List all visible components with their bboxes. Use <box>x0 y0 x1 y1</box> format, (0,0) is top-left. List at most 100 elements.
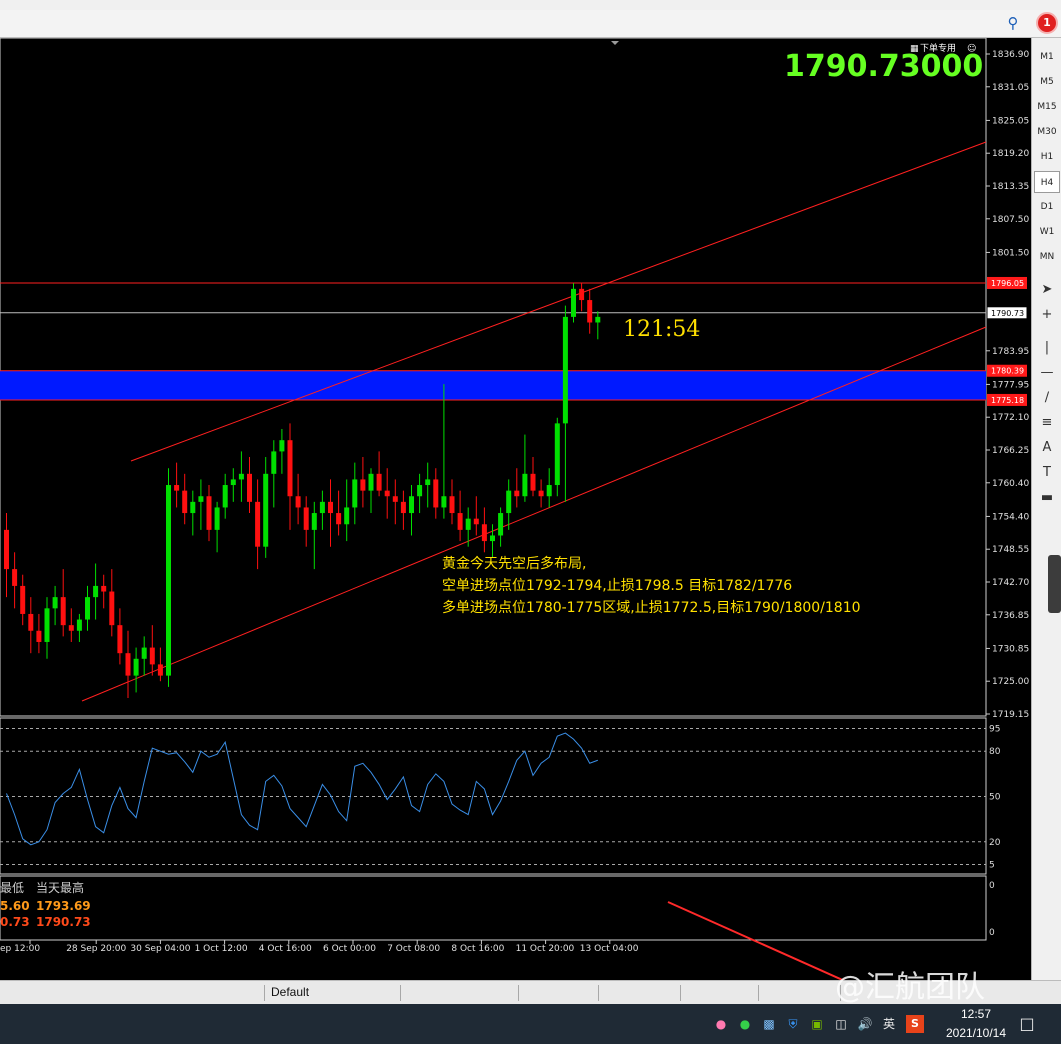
price-tag-zone-bottom: 1775.18 <box>987 393 1027 406</box>
timeframe-w1[interactable]: W1 <box>1034 221 1060 243</box>
rsi-axis-label: 95 <box>989 725 1000 735</box>
candle-body <box>44 608 50 642</box>
candle-body <box>101 585 107 592</box>
candle-body <box>562 316 568 424</box>
candle-body <box>409 496 414 514</box>
clock-date[interactable]: 2021/10/14 <box>938 1026 1014 1040</box>
candle-body <box>506 490 512 514</box>
timeframe-h1[interactable]: H1 <box>1034 146 1060 168</box>
app-icon[interactable]: ▩ <box>760 1015 778 1033</box>
candle-body <box>449 496 455 514</box>
candle-body <box>247 473 252 502</box>
crosshair-icon[interactable]: + <box>1036 305 1058 325</box>
rsi-axis-label: 5 <box>989 860 995 870</box>
shield-icon[interactable]: ⛨ <box>784 1015 802 1033</box>
timeframe-d1[interactable]: D1 <box>1034 196 1060 218</box>
price-tag-zone-bottom-text: 1775.18 <box>991 396 1024 405</box>
taskbar: ● ● ▩ ⛨ ▣ ◫ 🔊 英 S 12:57 2021/10/14 □ <box>0 1004 1061 1044</box>
horizontal-line-icon[interactable]: — <box>1036 363 1058 383</box>
candle-body <box>149 647 155 665</box>
candle-body <box>295 496 301 508</box>
candle-body <box>530 473 536 491</box>
trade-menu-label[interactable]: 下单专用 <box>920 42 956 54</box>
candle-body <box>157 664 163 676</box>
candle-body <box>554 423 560 486</box>
candle-body <box>400 501 406 514</box>
nvidia-icon[interactable]: ▣ <box>808 1015 826 1033</box>
candle-body <box>117 625 123 654</box>
chart-area[interactable]: 1836.90 1831.05 1825.05 1819.20 1813.35 1807.… <box>0 38 1031 980</box>
notification-center-icon[interactable]: □ <box>1018 1015 1036 1033</box>
annotation-line2: 空单进场点位1792-1794,止损1798.5 目标1782/1776 <box>442 578 792 594</box>
text-label-icon[interactable]: T <box>1036 463 1058 483</box>
wechat-icon[interactable]: ● <box>736 1015 754 1033</box>
tab-default[interactable]: Default <box>271 985 309 999</box>
ime-indicator[interactable]: 英 <box>880 1015 898 1033</box>
timeframe-m15[interactable]: M15 <box>1034 96 1060 118</box>
sub-pane-border <box>0 875 987 941</box>
rsi-axis-label: 80 <box>989 747 1001 757</box>
candle-body <box>222 485 228 508</box>
candle-body <box>141 647 147 659</box>
scroll-marker-icon[interactable] <box>611 41 619 45</box>
price-axis-label: 1736.85 <box>992 611 1029 621</box>
stats-high-value: 1793.69 <box>36 899 91 913</box>
sogou-icon[interactable]: S <box>906 1015 924 1033</box>
candle-body <box>182 490 188 514</box>
candle-body <box>425 479 431 486</box>
search-icon[interactable]: ⚲ <box>1004 14 1022 32</box>
text-tool-icon[interactable]: A <box>1036 438 1058 458</box>
candle-body <box>271 451 277 474</box>
candle-body <box>76 619 82 631</box>
price-axis-label: 1801.50 <box>992 248 1029 258</box>
candle-body <box>579 288 585 301</box>
support-zone <box>0 370 986 400</box>
candle-body <box>538 490 544 497</box>
timeframe-m5[interactable]: M5 <box>1034 71 1060 93</box>
timeframe-m30[interactable]: M30 <box>1034 121 1060 143</box>
tab-separator <box>598 985 599 1001</box>
qq-icon[interactable]: ● <box>712 1015 730 1033</box>
price-axis-label: 1813.35 <box>992 182 1029 192</box>
price-axis-label: 1825.05 <box>992 116 1029 126</box>
tab-separator <box>518 985 519 1001</box>
timeframe-h4[interactable]: H4 <box>1034 171 1060 193</box>
price-axis-label: 1783.95 <box>992 347 1029 357</box>
candle-body <box>433 479 439 508</box>
price-axis: 1836.90 1831.05 1825.05 1819.20 1813.35 1807.… <box>986 50 1029 720</box>
tab-separator <box>400 985 401 1001</box>
candle-body <box>174 485 180 491</box>
side-scroll-handle[interactable] <box>1048 555 1061 613</box>
shapes-icon[interactable]: ▬ <box>1036 488 1058 508</box>
smiley-icon: ☺ <box>967 43 976 54</box>
volume-icon[interactable]: 🔊 <box>856 1015 874 1033</box>
candle-body <box>319 501 325 514</box>
time-axis-label: ep 12:00 <box>0 944 40 954</box>
time-axis-label: 13 Oct 04:00 <box>580 944 639 954</box>
candle-body <box>190 501 196 514</box>
candle-body <box>166 485 171 676</box>
price-chart[interactable]: 1836.90 1831.05 1825.05 1819.20 1813.35 1807.… <box>0 38 1031 980</box>
candle-body <box>52 597 58 609</box>
network-icon[interactable]: ◫ <box>832 1015 850 1033</box>
sub-axis-bottom: 0 <box>989 928 995 938</box>
stats-current-high: 1790.73 <box>36 915 91 929</box>
candle-body <box>352 479 358 508</box>
trade-menu-icon[interactable]: ▦ <box>910 44 919 54</box>
candle-body <box>522 473 528 497</box>
trendline-icon[interactable]: ∕ <box>1036 388 1058 408</box>
candle-body <box>441 496 447 508</box>
candle-body <box>109 591 115 626</box>
timeframe-mn[interactable]: MN <box>1034 246 1060 268</box>
clock-time[interactable]: 12:57 <box>950 1007 1002 1021</box>
price-axis-label: 1730.85 <box>992 644 1029 654</box>
rsi-levels: 95 80 50 20 5 <box>0 725 1001 870</box>
cursor-icon[interactable]: ➤ <box>1036 280 1058 300</box>
notification-badge[interactable]: 1 <box>1036 12 1058 34</box>
candle-body <box>85 597 90 620</box>
candle-body <box>465 518 471 530</box>
timeframe-m1[interactable]: M1 <box>1034 46 1060 68</box>
vertical-line-icon[interactable]: | <box>1036 338 1058 358</box>
candle-body <box>230 479 236 486</box>
fibonacci-icon[interactable]: ≡ <box>1036 413 1058 433</box>
